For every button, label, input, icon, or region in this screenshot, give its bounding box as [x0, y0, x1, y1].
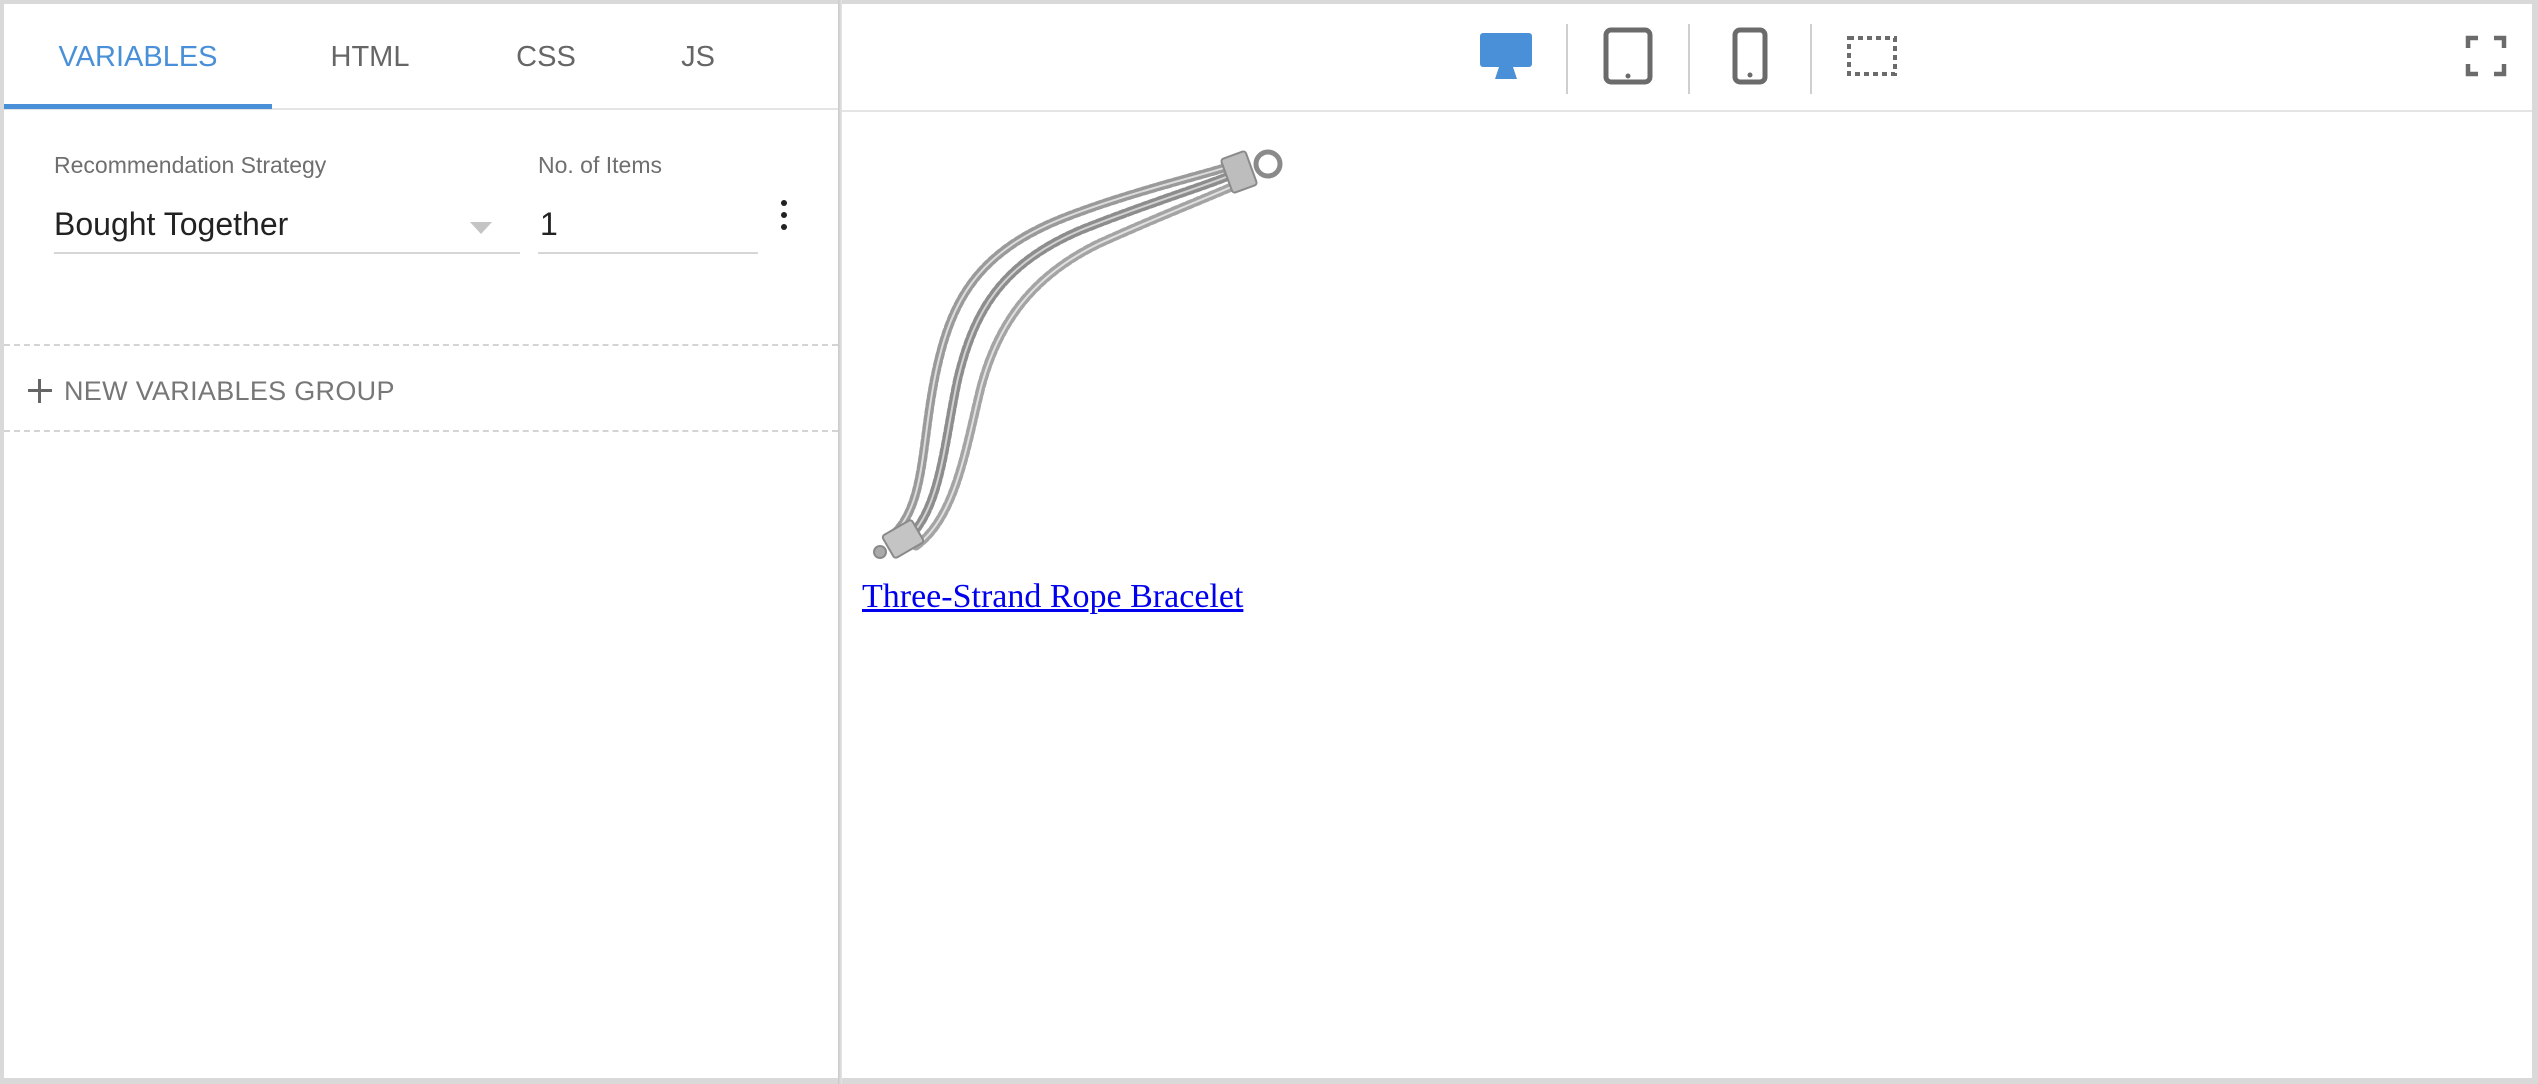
bracelet-image[interactable]	[866, 142, 1286, 562]
device-toolbar	[842, 4, 2532, 112]
toolbar-separator	[1566, 24, 1568, 94]
chevron-down-icon	[470, 222, 492, 234]
mobile-icon[interactable]	[1720, 26, 1780, 86]
strategy-select-underline	[54, 252, 520, 254]
custom-size-icon[interactable]	[1842, 26, 1902, 86]
items-count-underline	[538, 252, 758, 254]
tablet-icon[interactable]	[1598, 26, 1658, 86]
toolbar-separator	[1810, 24, 1812, 94]
fullscreen-icon[interactable]	[2464, 34, 2508, 78]
items-count-value: 1	[540, 206, 558, 242]
desktop-icon[interactable]	[1476, 26, 1536, 86]
more-options-icon[interactable]	[774, 198, 794, 234]
editor-panel: VARIABLES HTML CSS JS Recommendation Str…	[4, 4, 838, 1078]
strategy-select[interactable]: Bought Together	[54, 190, 520, 256]
tab-html[interactable]: HTML	[272, 4, 468, 110]
editor-tabs: VARIABLES HTML CSS JS	[4, 4, 838, 110]
tab-css[interactable]: CSS	[468, 4, 624, 110]
group-divider-top	[4, 344, 838, 346]
new-variables-group-label: NEW VARIABLES GROUP	[64, 375, 395, 406]
preview-canvas: Three-Strand Rope Bracelet	[842, 114, 2532, 1078]
new-variables-group-button[interactable]: NEW VARIABLES GROUP	[28, 366, 395, 416]
items-count-label: No. of Items	[538, 152, 662, 178]
plus-icon	[28, 379, 52, 403]
tab-js[interactable]: JS	[624, 4, 772, 110]
items-count-input[interactable]: 1	[538, 190, 758, 256]
group-divider-bottom	[4, 430, 838, 432]
toolbar-separator	[1688, 24, 1690, 94]
product-link[interactable]: Three-Strand Rope Bracelet	[862, 578, 1243, 616]
active-tab-indicator	[4, 104, 272, 109]
strategy-label: Recommendation Strategy	[54, 152, 327, 178]
tab-variables[interactable]: VARIABLES	[4, 4, 272, 110]
preview-panel: Three-Strand Rope Bracelet	[842, 4, 2532, 1078]
strategy-select-value: Bought Together	[54, 206, 289, 242]
